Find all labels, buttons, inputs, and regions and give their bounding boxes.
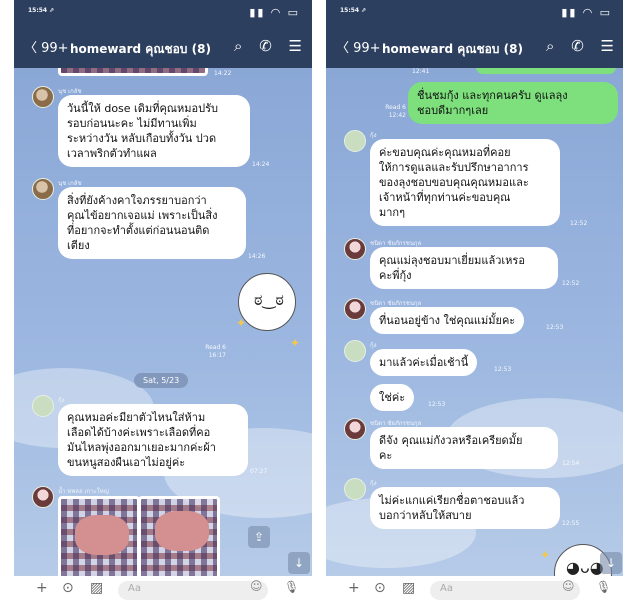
image-icon[interactable]: ▨ [90,580,103,596]
date-divider: Sat, 5/23 [134,373,189,388]
sender-name: กุ้ง [58,397,65,404]
avatar[interactable] [344,298,366,320]
phone-icon[interactable]: ✆ [571,37,584,55]
sparkle-icon: ✦ [236,316,247,330]
menu-icon[interactable]: ☰ [289,37,302,55]
read-receipt: Read 6 12:42 [385,104,406,119]
message-input-bar: + ⊙ ▨ Aa ☺ 🎙 [326,576,623,603]
emoji-icon[interactable]: ☺ [562,579,575,593]
message-bubble[interactable]: ไม่ค่ะแกแค่เรียกชื่อตาชอบแล้ว บอกว่าหลับ… [370,487,560,529]
share-button[interactable]: ⇪ [248,526,270,548]
status-time: 15:54 ⇗ [28,7,55,14]
avatar[interactable] [344,238,366,260]
chat-title[interactable]: homeward คุณชอบ (8) [70,40,211,59]
message-bubble[interactable]: ค่ะขอบคุณค่ะคุณหมอที่คอย ให้การดูแลและรั… [370,139,560,226]
outgoing-message-bubble[interactable]: ชื่นชมกุ้ง และทุกคนครับ ดูแลลุง ชอบดีมาก… [408,82,618,124]
scroll-down-button[interactable]: ↓ [288,552,310,574]
status-bar: 15:54 ⇗ ▮▮ ◠ ▭ [14,0,312,28]
message-bubble[interactable]: สิ่งที่ยังค้างคาใจภรรยาบอกว่า คุณไข้อยาก… [58,187,246,259]
message-bubble[interactable]: คุณแม่ลุงชอบมาเยี่ยมแล้วเหรอ คะพี่กุ้ง [370,247,558,289]
system-icons: ▮▮ ◠ ▭ [249,6,300,19]
message-time: 12:55 [562,520,580,527]
chat-header: 〈 99+ homeward คุณชอบ (8) ⌕ ✆ ☰ [326,28,623,68]
image-message[interactable] [58,496,140,576]
message-bubble[interactable]: ที่นอนอยู่ข้าง ใช่คุณแม่มั้ยคะ [370,307,525,334]
message-bubble[interactable]: มาแล้วค่ะเมื่อเช้านี้ [370,349,478,376]
avatar[interactable] [344,340,366,362]
avatar[interactable] [32,178,54,200]
message-time: 12:53 [546,324,564,331]
sparkle-icon: ✦ [540,548,551,562]
message-time: 14:22 [214,70,232,77]
chat-area[interactable]: 14:22 นุช เกลัช วันนี้ให้ dose เดิมที่คุ… [14,68,312,576]
plus-icon[interactable]: + [348,580,360,596]
avatar[interactable] [32,395,54,417]
message-time: 12:53 [494,366,512,373]
sender-name: กุ้ง [370,132,377,139]
message-time: 14:24 [252,161,270,168]
emoji-icon[interactable]: ☺ [250,579,263,593]
avatar[interactable] [32,486,54,508]
message-time: 14:26 [248,253,266,260]
back-button[interactable]: 〈 99+ [24,37,69,56]
camera-icon[interactable]: ⊙ [374,580,386,596]
image-message-partial[interactable] [58,68,208,76]
avatar[interactable] [344,418,366,440]
message-time: 12:53 [428,401,446,408]
message-bubble[interactable]: คุณหมอค่ะมียาตัวไหนใส่ห้าม เลือดได้บ้างค… [58,404,248,476]
message-bubble[interactable]: ใช่ค่ะ [370,384,415,411]
message-time: 12:41 [412,68,430,75]
sender-name: กุ้ง [370,342,377,349]
message-time: 12:52 [570,220,588,227]
phone-icon[interactable]: ✆ [259,37,272,55]
image-message[interactable] [138,496,220,576]
system-icons: ▮▮ ◠ ▭ [561,6,612,19]
plus-icon[interactable]: + [36,580,48,596]
mic-icon[interactable]: 🎙 [284,580,299,594]
avatar[interactable] [344,478,366,500]
sticker-face: ಠ‿ಠ [254,290,284,309]
menu-icon[interactable]: ☰ [601,37,614,55]
sparkle-icon: ✦ [290,336,301,350]
chat-screen-left: 15:54 ⇗ ▮▮ ◠ ▭ 〈 99+ homeward คุณชอบ (8)… [14,0,312,603]
scroll-down-button[interactable]: ↓ [600,552,622,574]
status-time: 15:54 ⇗ [340,7,367,14]
read-receipt: Read 6 16:17 [205,344,226,359]
message-time: 12:52 [562,280,580,287]
sender-name: น้ำ หพลล เกาะใหญ่ [58,488,109,495]
message-input-bar: + ⊙ ▨ Aa ☺ 🎙 [14,576,312,603]
chat-screen-right: 15:54 ⇗ ▮▮ ◠ ▭ 〈 99+ homeward คุณชอบ (8)… [326,0,623,603]
avatar[interactable] [344,130,366,152]
image-icon[interactable]: ▨ [402,580,415,596]
sticker-face: ◕ᴗ◕ [566,558,604,576]
message-bubble[interactable]: วันนี้ให้ dose เดิมที่คุณหมอปรับ รอบก่อน… [58,95,250,167]
chat-area[interactable]: 12:41 ชื่นชมกุ้ง และทุกคนครับ ดูแลลุง ชอ… [326,68,623,576]
sender-name: กุ้ง [370,480,377,487]
avatar[interactable] [32,86,54,108]
partial-outgoing-bubble[interactable] [476,68,616,74]
message-bubble[interactable]: ดีจัง คุณแม่กังวลหรือเครียดมั้ย คะ [370,427,558,469]
message-time: 12:54 [562,460,580,467]
chat-header: 〈 99+ homeward คุณชอบ (8) ⌕ ✆ ☰ [14,28,312,68]
message-input[interactable]: Aa [430,581,580,600]
status-bar: 15:54 ⇗ ▮▮ ◠ ▭ [326,0,623,28]
search-icon[interactable]: ⌕ [546,37,554,55]
chat-title[interactable]: homeward คุณชอบ (8) [382,40,523,59]
message-time: 07:27 [250,468,268,475]
back-button[interactable]: 〈 99+ [336,37,381,56]
message-input[interactable]: Aa [118,581,268,600]
camera-icon[interactable]: ⊙ [62,580,74,596]
search-icon[interactable]: ⌕ [234,37,242,55]
mic-icon[interactable]: 🎙 [596,580,611,594]
